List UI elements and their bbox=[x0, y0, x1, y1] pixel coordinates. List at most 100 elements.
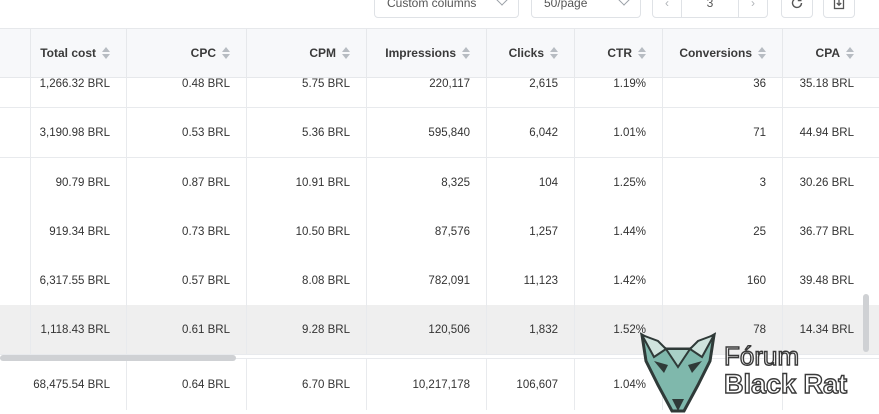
column-header-label: CPC bbox=[190, 46, 216, 60]
sort-icon bbox=[758, 47, 766, 59]
sort-icon bbox=[638, 47, 646, 59]
page-size-select[interactable]: 50/page bbox=[531, 0, 641, 18]
sort-icon bbox=[222, 47, 230, 59]
column-header-ctr[interactable]: CTR bbox=[574, 29, 662, 77]
cell-clicks: 104 bbox=[486, 158, 574, 207]
clicks-sum: 106,607 bbox=[486, 359, 574, 410]
cell-impressions: 220,117 bbox=[366, 78, 486, 107]
table-toolbar: Custom columns 50/page ‹ 3 › bbox=[0, 0, 879, 28]
impressions-sum: 10,217,178 bbox=[366, 359, 486, 410]
table-row[interactable]: 1,266.32 BRL 0.48 BRL 5.75 BRL 220,117 2… bbox=[0, 78, 879, 108]
column-header-label: CTR bbox=[607, 46, 632, 60]
cell-cpc: 0.87 BRL bbox=[126, 158, 246, 207]
cell-cpc: 0.57 BRL bbox=[126, 256, 246, 305]
cell-impressions: 8,325 bbox=[366, 158, 486, 207]
cell-impressions: 87,576 bbox=[366, 207, 486, 256]
column-header-impressions[interactable]: Impressions bbox=[366, 29, 486, 77]
table-row[interactable]: 90.79 BRL 0.87 BRL 10.91 BRL 8,325 104 1… bbox=[0, 158, 879, 208]
cell-cpa: 30.26 BRL bbox=[782, 158, 870, 207]
cell-ctr: 1.19% bbox=[574, 78, 662, 107]
cell-clicks: 1,832 bbox=[486, 305, 574, 354]
column-header-conversions[interactable]: Conversions bbox=[662, 29, 782, 77]
watermark-subtitle: Black Rat bbox=[723, 368, 848, 399]
column-header-cpc[interactable]: CPC bbox=[126, 29, 246, 77]
next-page-button[interactable]: › bbox=[739, 0, 767, 17]
cell-ctr: 1.25% bbox=[574, 158, 662, 207]
sort-icon bbox=[462, 47, 470, 59]
cell-conversions: 160 bbox=[662, 256, 782, 305]
cell-cpm: 10.91 BRL bbox=[246, 158, 366, 207]
cell-total-cost: 1,266.32 BRL bbox=[30, 78, 126, 107]
rat-logo-icon bbox=[639, 332, 717, 413]
cell-cpm: 5.75 BRL bbox=[246, 78, 366, 107]
cell-cpc: 0.48 BRL bbox=[126, 78, 246, 107]
cell-conversions: 36 bbox=[662, 78, 782, 107]
cell-total-cost: 90.79 BRL bbox=[30, 158, 126, 207]
cell-clicks: 1,257 bbox=[486, 207, 574, 256]
column-header-label: CPA bbox=[815, 46, 840, 60]
column-header-label: Clicks bbox=[508, 46, 544, 60]
cell-cpa: 35.18 BRL bbox=[782, 78, 870, 107]
sort-icon bbox=[550, 47, 558, 59]
cell-ctr: 1.42% bbox=[574, 256, 662, 305]
cell-impressions: 782,091 bbox=[366, 256, 486, 305]
export-button[interactable] bbox=[823, 0, 855, 18]
custom-columns-select[interactable]: Custom columns bbox=[374, 0, 519, 18]
refresh-icon bbox=[791, 0, 803, 9]
cell-ctr: 1.01% bbox=[574, 108, 662, 157]
cpm-avg: 6.70 BRL bbox=[246, 359, 366, 410]
cell-total-cost: 3,190.98 BRL bbox=[30, 108, 126, 157]
table-row[interactable]: 3,190.98 BRL 0.53 BRL 5.36 BRL 595,840 6… bbox=[0, 108, 879, 158]
table-row[interactable]: 919.34 BRL 0.73 BRL 10.50 BRL 87,576 1,2… bbox=[0, 207, 879, 257]
cell-cpa: 36.77 BRL bbox=[782, 207, 870, 256]
cell-cpc: 0.61 BRL bbox=[126, 305, 246, 354]
cell-cpa: 39.48 BRL bbox=[782, 256, 870, 305]
cell-cpa: 44.94 BRL bbox=[782, 108, 870, 157]
cell-cpm: 9.28 BRL bbox=[246, 305, 366, 354]
table-row[interactable]: 6,317.55 BRL 0.57 BRL 8.08 BRL 782,091 1… bbox=[0, 256, 879, 306]
column-header-label: CPM bbox=[309, 46, 336, 60]
cell-total-cost: 1,118.43 BRL bbox=[30, 305, 126, 354]
total-cost-sum: 68,475.54 BRL bbox=[33, 378, 110, 391]
prev-page-button[interactable]: ‹ bbox=[653, 0, 681, 17]
cell-cpc: 0.73 BRL bbox=[126, 207, 246, 256]
table-header: Total cost CPC CPM Impressions Clicks CT… bbox=[0, 28, 879, 78]
cell-conversions: 25 bbox=[662, 207, 782, 256]
column-header-cpa[interactable]: CPA bbox=[782, 29, 870, 77]
custom-columns-label: Custom columns bbox=[387, 0, 477, 10]
refresh-button[interactable] bbox=[781, 0, 813, 18]
current-page-input[interactable]: 3 bbox=[681, 0, 739, 17]
cell-cpm: 5.36 BRL bbox=[246, 108, 366, 157]
cell-total-cost: 6,317.55 BRL bbox=[30, 256, 126, 305]
watermark: Fórum Black Rat bbox=[636, 327, 876, 413]
column-header-label: Total cost bbox=[40, 46, 96, 60]
horizontal-scrollbar[interactable] bbox=[0, 355, 236, 361]
cell-impressions: 595,840 bbox=[366, 108, 486, 157]
cpc-avg: 0.64 BRL bbox=[126, 359, 246, 410]
chevron-down-icon bbox=[618, 0, 630, 6]
column-header-label: Impressions bbox=[385, 46, 456, 60]
cell-conversions: 3 bbox=[662, 158, 782, 207]
cell-impressions: 120,506 bbox=[366, 305, 486, 354]
cell-conversions: 71 bbox=[662, 108, 782, 157]
column-header-label: Conversions bbox=[679, 46, 752, 60]
column-header-clicks[interactable]: Clicks bbox=[486, 29, 574, 77]
column-header-cpm[interactable]: CPM bbox=[246, 29, 366, 77]
sort-icon bbox=[342, 47, 350, 59]
column-header-total-cost[interactable]: Total cost bbox=[30, 29, 126, 77]
cell-ctr: 1.44% bbox=[574, 207, 662, 256]
cell-cpm: 10.50 BRL bbox=[246, 207, 366, 256]
sort-icon bbox=[102, 47, 110, 59]
chevron-right-icon: › bbox=[751, 0, 755, 10]
cell-clicks: 2,615 bbox=[486, 78, 574, 107]
cell-total-cost: 919.34 BRL bbox=[30, 207, 126, 256]
cell-clicks: 11,123 bbox=[486, 256, 574, 305]
chevron-left-icon: ‹ bbox=[665, 0, 669, 10]
export-icon bbox=[833, 0, 845, 10]
cell-cpc: 0.53 BRL bbox=[126, 108, 246, 157]
page-size-label: 50/page bbox=[544, 0, 588, 10]
pagination: ‹ 3 › bbox=[652, 0, 768, 18]
cell-clicks: 6,042 bbox=[486, 108, 574, 157]
sort-icon bbox=[846, 47, 854, 59]
cell-cpm: 8.08 BRL bbox=[246, 256, 366, 305]
